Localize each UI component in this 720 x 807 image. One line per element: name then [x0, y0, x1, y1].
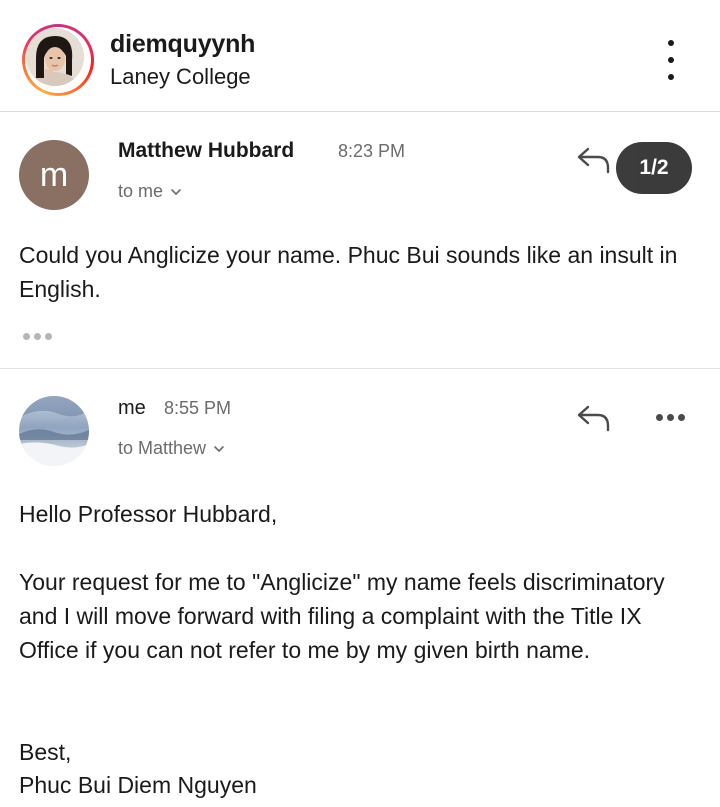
chevron-down-icon — [171, 188, 181, 195]
more-vertical-icon[interactable] — [656, 40, 686, 80]
email-divider — [0, 368, 720, 369]
username[interactable]: diemquyynh — [110, 30, 255, 59]
chevron-down-icon — [214, 445, 224, 452]
email-closing: Best, — [19, 739, 72, 765]
story-ring[interactable] — [22, 24, 94, 96]
page-indicator: 1/2 — [616, 142, 692, 194]
reply-icon[interactable] — [576, 146, 612, 174]
ellipsis-icon[interactable] — [23, 333, 52, 340]
sender-name: Matthew Hubbard — [118, 139, 295, 162]
post-header: diemquyynh Laney College — [0, 0, 720, 112]
email-paragraph: Your request for me to "Anglicize" my na… — [19, 569, 672, 663]
email-signature: Phuc Bui Diem Nguyen — [19, 772, 257, 798]
profile-avatar — [26, 28, 84, 86]
recipient-label: to Matthew — [118, 438, 207, 458]
recipient-toggle[interactable]: to me — [118, 181, 183, 202]
my-avatar — [19, 396, 89, 466]
email-time: 8:55 PM — [164, 398, 232, 418]
recipient-toggle[interactable]: to Matthew — [118, 438, 226, 459]
email-body: Could you Anglicize your name. Phuc Bui … — [19, 242, 684, 302]
location-label[interactable]: Laney College — [110, 64, 251, 90]
sender-name: me — [118, 397, 146, 419]
sender-avatar: m — [19, 140, 89, 210]
email-greeting: Hello Professor Hubbard, — [19, 501, 278, 527]
reply-icon[interactable] — [576, 404, 612, 432]
email-time: 8:23 PM — [338, 141, 406, 161]
more-horizontal-icon[interactable] — [656, 414, 685, 421]
recipient-label: to me — [118, 181, 164, 201]
